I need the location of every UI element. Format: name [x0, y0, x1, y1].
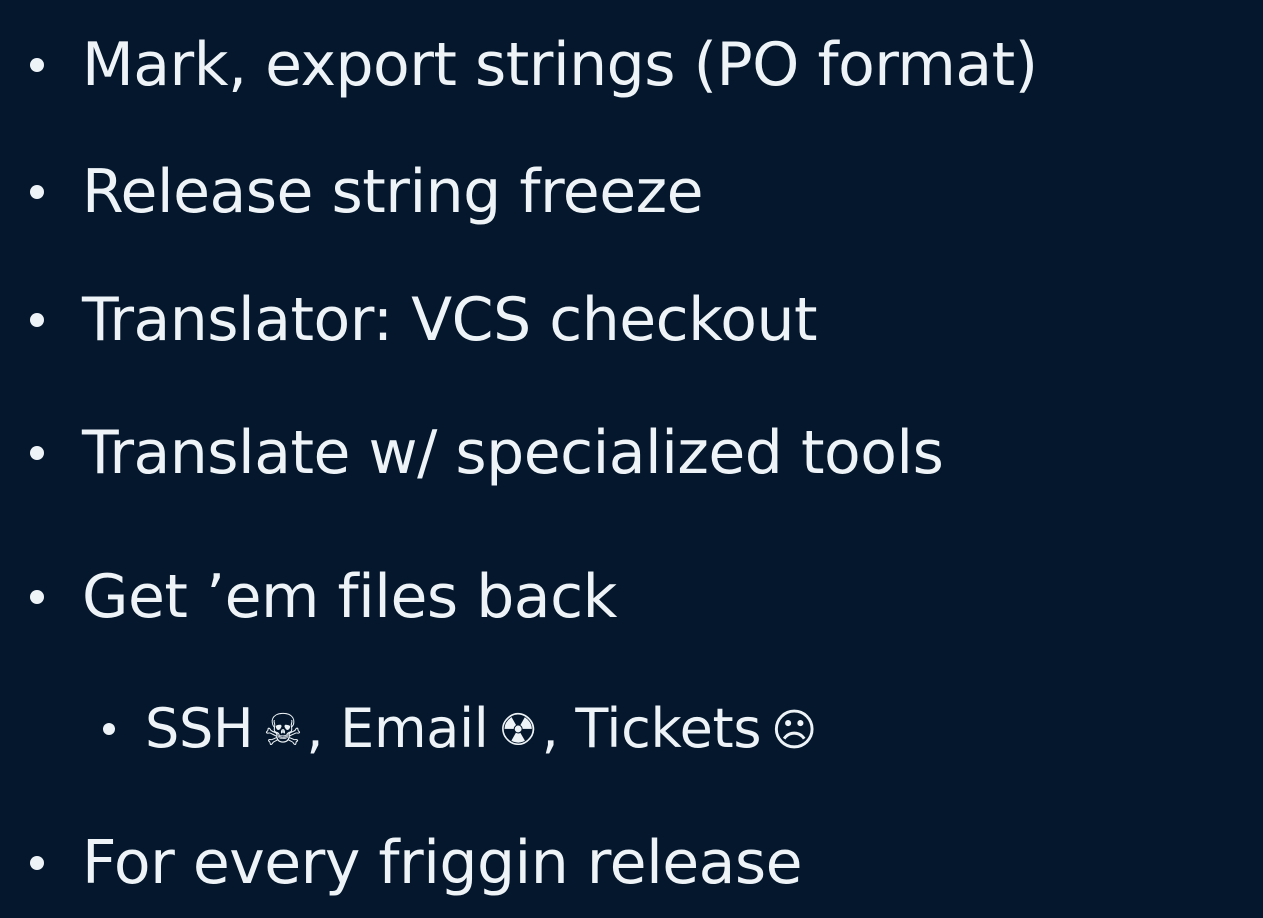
radioactive-icon: ☢	[498, 705, 538, 756]
bullet-item: Translate w/ specialized tools	[30, 403, 944, 503]
sub-bullet-text: SSH ☠, Email ☢, Tickets ☹	[145, 702, 821, 756]
bullet-text: Translate w/ specialized tools	[82, 418, 944, 488]
bullet-dot	[30, 58, 44, 72]
skull-crossbones-icon: ☠	[263, 705, 303, 756]
separator: ,	[541, 697, 559, 760]
bullet-item: Get ’em files back	[30, 547, 617, 647]
sub-bullet-item: SSH ☠, Email ☢, Tickets ☹	[103, 679, 821, 779]
sub-label-email: Email	[340, 697, 489, 760]
bullet-item: Mark, export strings (PO format)	[30, 15, 1038, 115]
bullet-text: Translator: VCS checkout	[82, 285, 818, 355]
slide: Mark, export strings (PO format) Release…	[0, 0, 1263, 918]
bullet-text: Release string freeze	[82, 157, 704, 227]
bullet-item: For every friggin release	[30, 813, 803, 913]
bullet-dot	[30, 446, 44, 460]
bullet-dot	[30, 185, 44, 199]
bullet-dot	[30, 590, 44, 604]
separator: ,	[306, 697, 324, 760]
bullet-dot	[30, 856, 44, 870]
bullet-dot	[30, 313, 44, 327]
bullet-item: Translator: VCS checkout	[30, 270, 818, 370]
bullet-text: For every friggin release	[82, 828, 803, 898]
frowning-face-icon: ☹	[771, 705, 817, 756]
bullet-text: Mark, export strings (PO format)	[82, 30, 1038, 100]
sub-label-ssh: SSH	[145, 697, 254, 760]
bullet-dot	[103, 723, 115, 735]
sub-label-tickets: Tickets	[575, 697, 762, 760]
bullet-item: Release string freeze	[30, 142, 704, 242]
bullet-text: Get ’em files back	[82, 562, 617, 632]
